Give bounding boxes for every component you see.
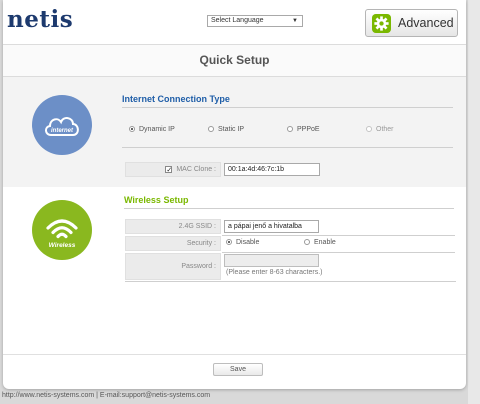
password-hint: (Please enter 8-63 characters.) [226,269,323,276]
language-select[interactable]: Select Language ▼ [207,15,303,27]
radio-dot [129,126,135,133]
divider [222,252,455,253]
wireless-section-title: Wireless Setup [124,195,189,205]
language-select-value: Select Language [211,17,264,24]
save-button[interactable]: Save [213,363,263,376]
gear-icon [372,13,391,33]
radio-security-disable[interactable]: Disable [226,239,259,246]
cloud-icon: internet [45,117,79,136]
internet-section-title: Internet Connection Type [122,94,230,104]
page-title: Quick Setup [3,44,466,77]
radio-dot [226,239,232,246]
chevron-down-icon: ▼ [292,18,298,24]
ssid-input[interactable]: a pápai jenő a hivatalba [224,220,319,233]
netis-logo: netis [7,6,74,33]
radio-dot [304,239,310,246]
internet-icon-label: internet [51,128,74,134]
divider [122,147,453,148]
radio-security-enable[interactable]: Enable [304,239,336,246]
radio-dot [366,126,372,133]
radio-dot [287,126,293,133]
divider [125,281,456,282]
divider [122,107,453,108]
password-input[interactable] [224,254,319,267]
page-scrollbar[interactable] [468,0,480,404]
security-label: Security : [125,236,221,251]
footer-text: http://www.netis-systems.com | E-mail:su… [2,392,211,399]
radio-static-ip[interactable]: Static IP [208,126,244,133]
password-label: Password : [125,253,221,280]
radio-pppoe[interactable]: PPPoE [287,126,320,133]
wireless-icon-label: Wireless [49,242,76,249]
advanced-button[interactable]: Advanced [365,9,458,37]
ssid-label: 2.4G SSID : [125,219,221,234]
advanced-label: Advanced [398,16,454,30]
wireless-circle: Wireless [32,200,92,260]
radio-other[interactable]: Other [366,126,394,133]
internet-circle: internet [32,95,92,155]
wifi-icon: Wireless [46,219,78,249]
radio-dot [208,126,214,133]
mac-clone-label-cell: MAC Clone : [125,162,221,177]
mac-address-input[interactable]: 00:1a:4d:46:7c:1b [224,163,320,176]
main-panel: netis Select Language ▼ Advanced Quick S… [3,0,466,389]
mac-clone-label: MAC Clone : [176,166,216,173]
mac-clone-checkbox[interactable] [165,164,173,177]
header: netis Select Language ▼ Advanced [3,0,466,44]
divider [124,208,454,209]
divider [222,235,455,236]
radio-dynamic-ip[interactable]: Dynamic IP [129,126,175,133]
footer-divider [3,354,466,355]
